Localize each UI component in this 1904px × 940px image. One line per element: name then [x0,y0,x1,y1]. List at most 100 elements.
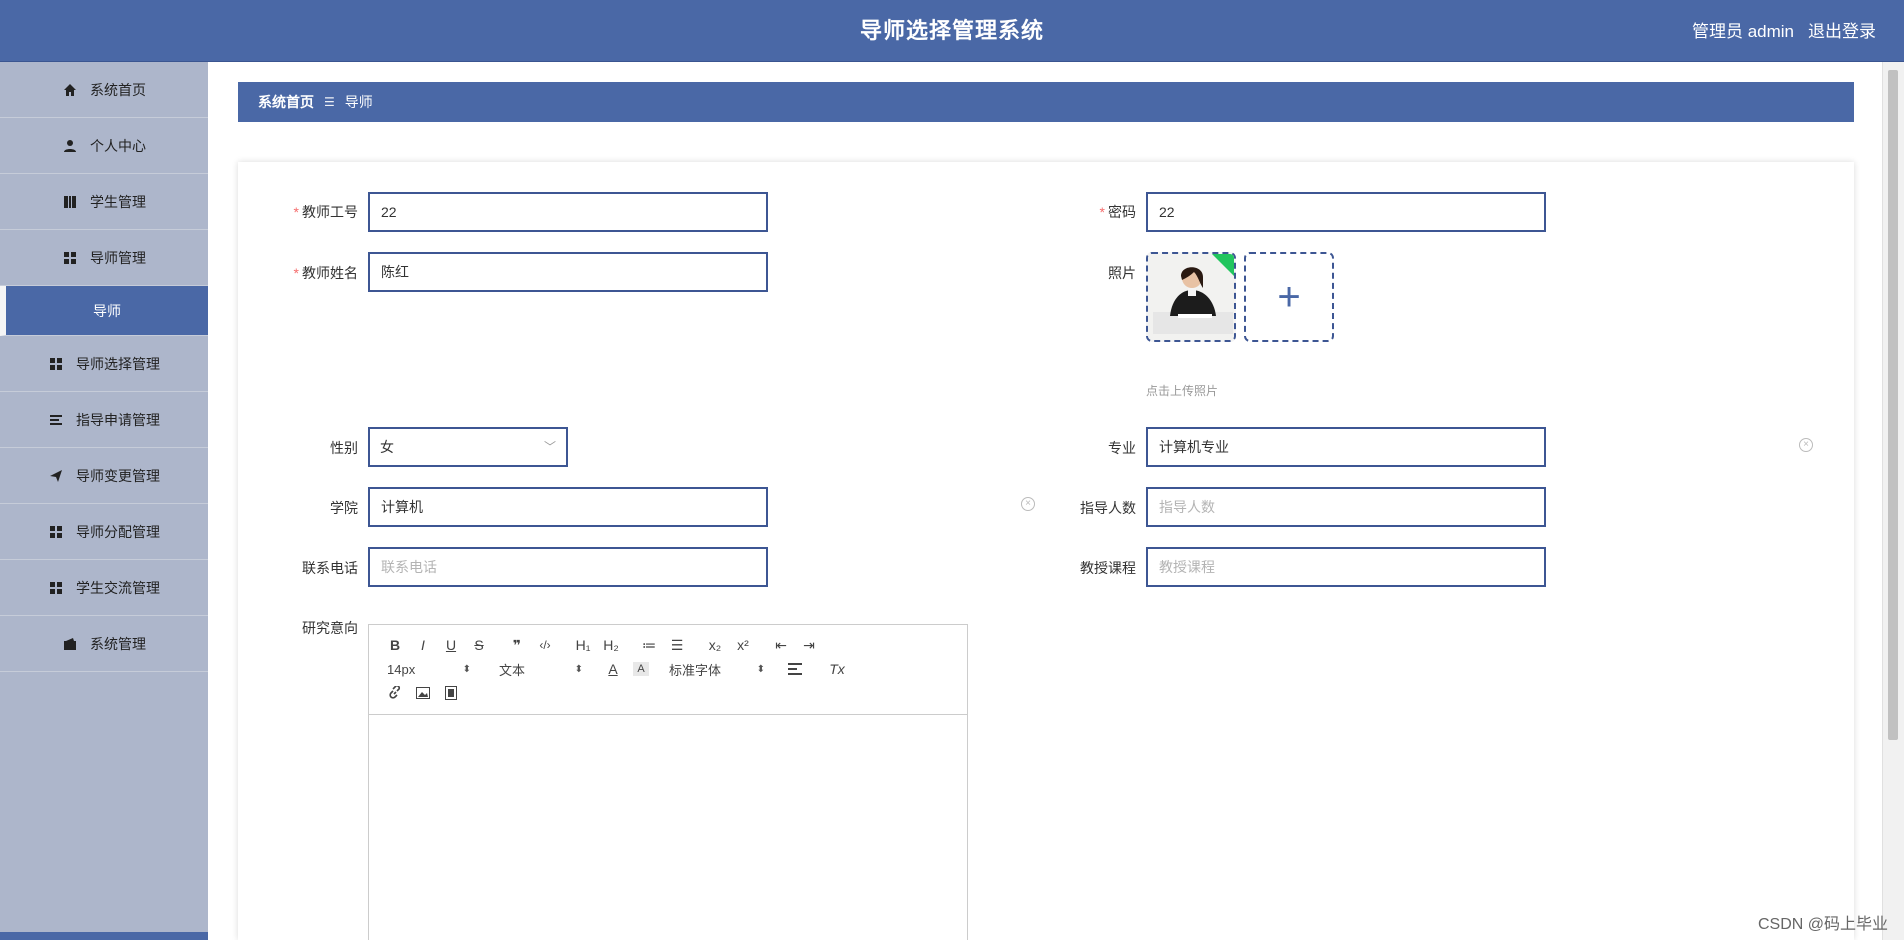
breadcrumb-home[interactable]: 系统首页 [258,92,314,112]
sidebar: 系统首页 个人中心 学生管理 导师管理 导师 导师选择管理 指导申请管理 导师变… [0,62,208,940]
sidebar-item-students[interactable]: 学生管理 [0,174,208,230]
video-button[interactable] [437,681,465,705]
logout-link[interactable]: 退出登录 [1808,0,1876,64]
major-input[interactable] [1146,427,1546,467]
ordered-list-button[interactable]: ≔ [635,633,663,657]
phone-label: 联系电话 [302,560,358,576]
user-icon [62,138,78,154]
sidebar-item-tutor-change[interactable]: 导师变更管理 [0,448,208,504]
book-icon [62,194,78,210]
blockquote-button[interactable]: ❞ [503,633,531,657]
gender-label: 性别 [330,440,358,456]
editor-content-area[interactable] [369,715,967,940]
teacher-id-label: * 教师工号 [293,204,358,220]
h1-button[interactable]: H₁ [569,633,597,657]
courses-input[interactable] [1146,547,1546,587]
sidebar-item-label: 系统管理 [90,635,146,652]
sidebar-item-label: 导师 [93,302,121,319]
photo-upload-button[interactable]: + [1244,252,1334,342]
grid-icon [48,524,64,540]
link-button[interactable] [381,681,409,705]
text-type-value: 文本 [499,662,526,678]
sidebar-bottom-strip [0,932,208,940]
indent-button[interactable]: ⇥ [795,633,823,657]
photo-thumbnail[interactable] [1146,252,1236,342]
user-area: 管理员 admin 退出登录 [1692,0,1876,64]
password-input[interactable] [1146,192,1546,232]
align-button[interactable] [781,657,809,681]
text-type-select[interactable]: 文本 ⬍ [499,660,583,679]
sidebar-item-guidance-apply[interactable]: 指导申请管理 [0,392,208,448]
vertical-scrollbar[interactable] [1882,62,1904,940]
clear-icon[interactable]: × [1799,438,1813,452]
plus-icon: + [1277,274,1301,319]
bold-button[interactable]: B [381,633,409,657]
app-title: 导师选择管理系统 [859,18,1044,43]
image-icon [416,687,430,699]
teacher-name-label: * 教师姓名 [293,265,358,281]
guide-count-label: 指导人数 [1080,500,1136,516]
grid-icon [48,580,64,596]
align-left-icon [788,663,802,675]
sidebar-item-system[interactable]: 系统管理 [0,616,208,672]
outdent-button[interactable]: ⇤ [767,633,795,657]
sidebar-item-student-exchange[interactable]: 学生交流管理 [0,560,208,616]
toolbar-row [381,681,955,705]
grid-icon [48,356,64,372]
sidebar-item-tutor[interactable]: 导师 [0,286,208,336]
editor-toolbar: B I U S ❞ ‹/› H₁ H₂ ≔ ☰ x₂ x² ⇤ ⇥ 14px ⬍… [369,625,967,715]
gender-select[interactable]: 女 ﹀ [368,427,568,467]
strike-button[interactable]: S [465,633,493,657]
sidebar-item-label: 学生交流管理 [76,579,160,596]
major-label: 专业 [1108,440,1136,456]
top-header: 导师选择管理系统 管理员 admin 退出登录 [0,0,1904,62]
font-color-button[interactable]: A [599,657,627,681]
college-input[interactable] [368,487,768,527]
italic-button[interactable]: I [409,633,437,657]
underline-button[interactable]: U [437,633,465,657]
teacher-id-input[interactable] [368,192,768,232]
phone-input[interactable] [368,547,768,587]
breadcrumb: 系统首页 ☰ 导师 [238,82,1854,122]
scrollbar-thumb[interactable] [1888,70,1898,740]
wallet-icon [62,636,78,652]
superscript-button[interactable]: x² [729,633,757,657]
research-label: 研究意向 [302,620,358,636]
clear-format-button[interactable]: Tx [823,657,851,681]
sidebar-item-label: 导师选择管理 [76,355,160,372]
link-icon [389,686,401,699]
bullet-list-button[interactable]: ☰ [663,633,691,657]
send-icon [48,468,64,484]
grid-icon [62,250,78,266]
code-button[interactable]: ‹/› [531,633,559,657]
courses-label: 教授课程 [1080,560,1136,576]
sidebar-item-tutor-selection[interactable]: 导师选择管理 [0,336,208,392]
image-button[interactable] [409,681,437,705]
font-size-select[interactable]: 14px ⬍ [387,662,471,677]
font-size-value: 14px [387,661,416,677]
sidebar-item-label: 导师分配管理 [76,523,160,540]
watermark: CSDN @码上毕业 [1757,916,1888,933]
guide-count-input[interactable] [1146,487,1546,527]
toolbar-row: B I U S ❞ ‹/› H₁ H₂ ≔ ☰ x₂ x² ⇤ ⇥ [381,633,955,657]
sidebar-item-profile[interactable]: 个人中心 [0,118,208,174]
photo-upload-tip: 点击上传照片 [1146,384,1219,398]
sidebar-item-label: 导师变更管理 [76,467,160,484]
background-color-button[interactable]: A [633,662,649,676]
sidebar-item-label: 学生管理 [90,193,146,210]
sidebar-item-tutor-assign[interactable]: 导师分配管理 [0,504,208,560]
sidebar-item-tutors[interactable]: 导师管理 [0,230,208,286]
home-icon [62,82,78,98]
film-icon [445,686,457,700]
updown-icon: ⬍ [462,663,471,675]
teacher-name-input[interactable] [368,252,768,292]
chevron-down-icon: ﹀ [543,440,556,454]
updown-icon: ⬍ [756,663,765,675]
sidebar-item-home[interactable]: 系统首页 [0,62,208,118]
subscript-button[interactable]: x₂ [701,633,729,657]
password-label: * 密码 [1099,204,1136,220]
h2-button[interactable]: H₂ [597,633,625,657]
breadcrumb-separator-icon: ☰ [324,95,335,109]
toolbar-row: 14px ⬍ 文本 ⬍ A A 标准字体 ⬍ Tx [381,657,955,681]
font-family-select[interactable]: 标准字体 ⬍ [669,660,765,679]
